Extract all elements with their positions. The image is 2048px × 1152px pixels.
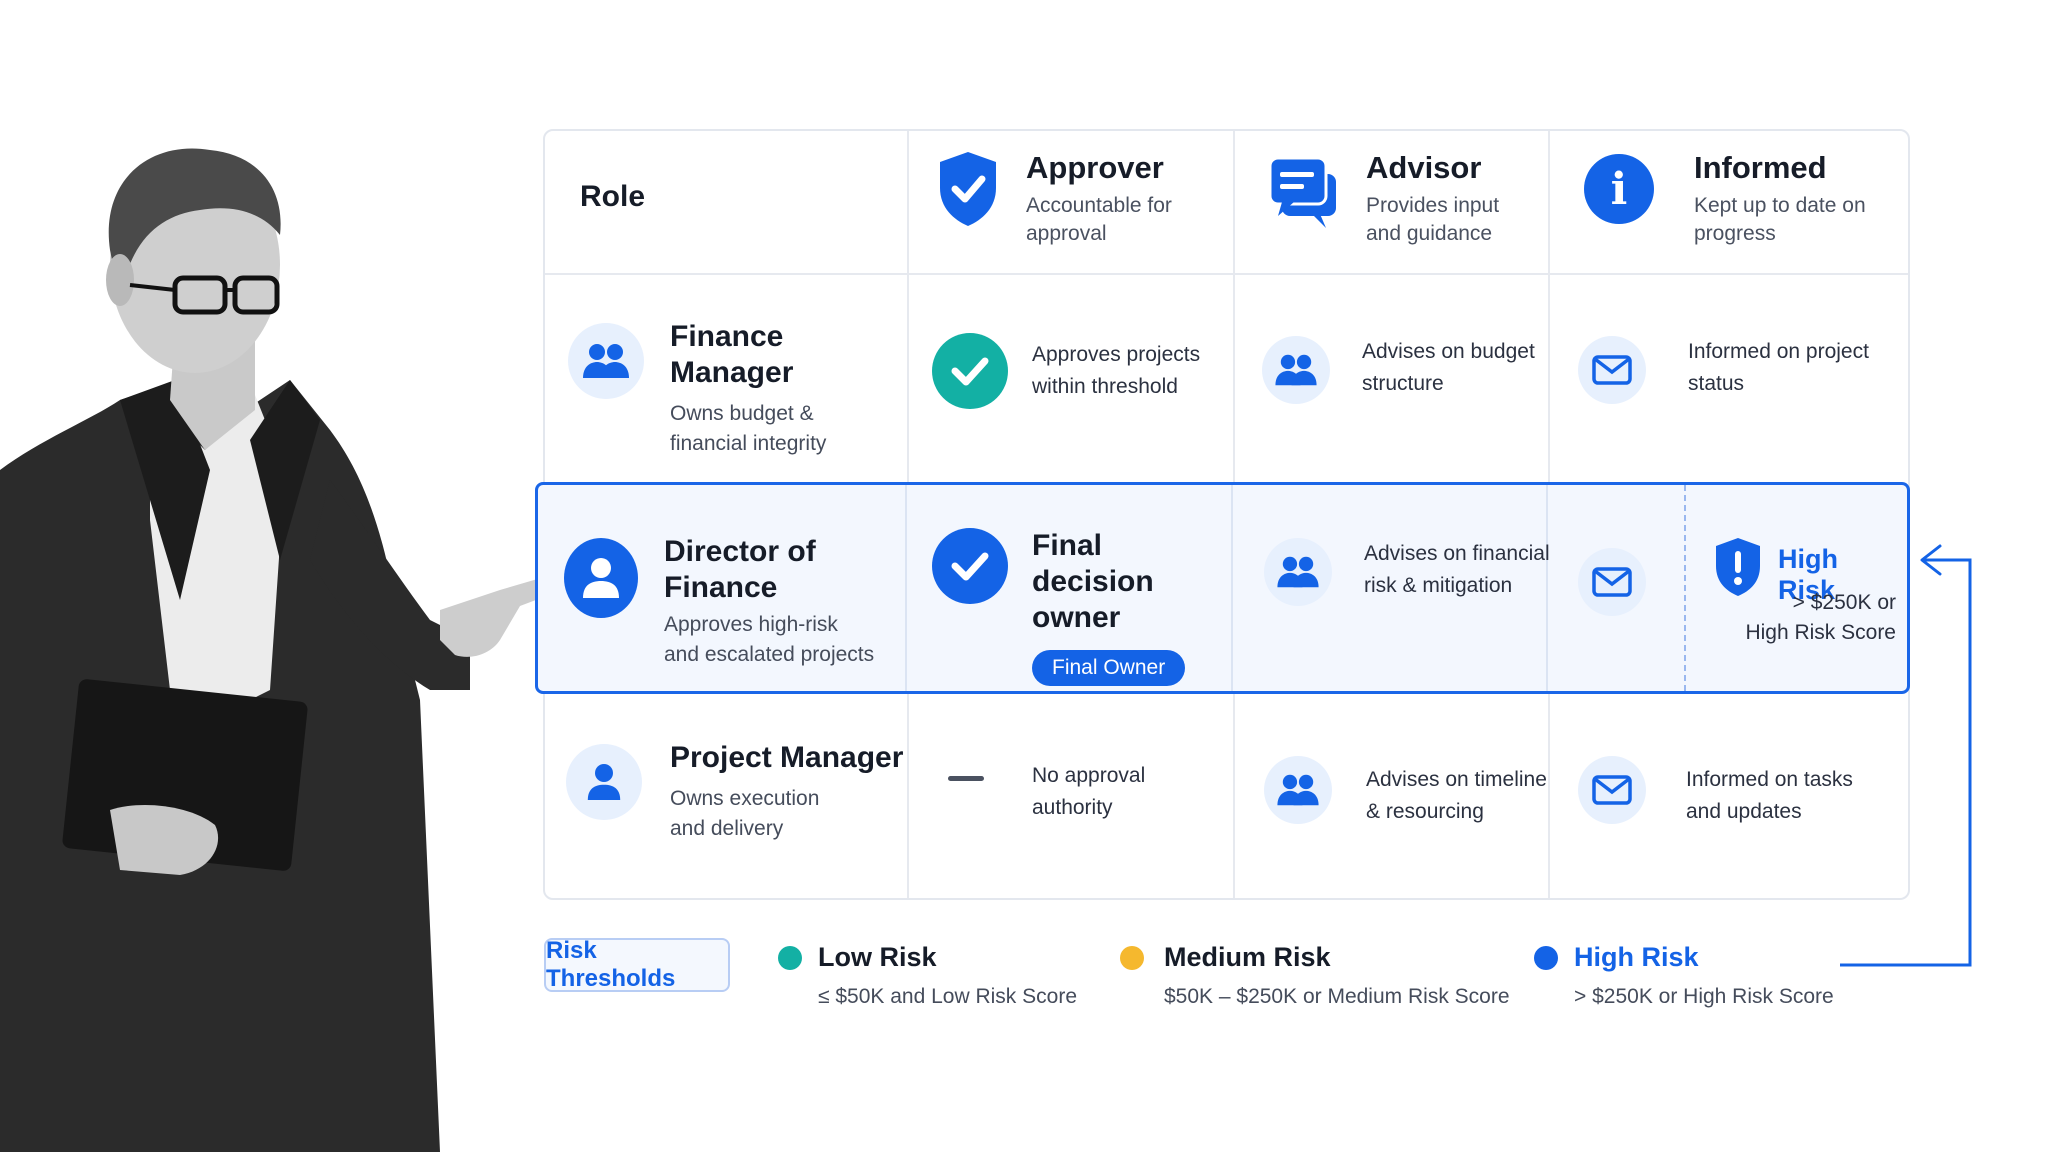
envelope-icon: [1578, 548, 1646, 616]
approver-text-line2: within threshold: [1032, 375, 1178, 398]
shield-check-icon: [940, 152, 996, 226]
legend-desc: > $250K or High Risk Score: [1574, 985, 1834, 1008]
role-desc-line2: and delivery: [670, 817, 784, 840]
approver-text-line2: authority: [1032, 796, 1113, 819]
advisor-text-line2: risk & mitigation: [1364, 574, 1513, 597]
advisor-subtitle-line2: and guidance: [1366, 222, 1493, 245]
informed-title: Informed: [1694, 150, 1827, 185]
presenter-photo: [0, 148, 586, 1152]
approver-subtitle-line2: approval: [1026, 222, 1107, 245]
advisor-text-line1: Advises on timeline: [1366, 768, 1547, 791]
advisor-text-line1: Advises on financial: [1364, 542, 1550, 565]
approver-subtitle-line1: Accountable for: [1026, 194, 1172, 217]
approver-text-line1: Approves projects: [1032, 343, 1201, 366]
informed-subtitle-line1: Kept up to date on: [1694, 194, 1866, 217]
advisor-text-line2: & resourcing: [1366, 800, 1484, 823]
risk-thresholds-button[interactable]: Risk Thresholds: [544, 937, 730, 992]
approver-text-line1: No approval: [1032, 764, 1146, 787]
legend-desc: ≤ $50K and Low Risk Score: [818, 985, 1077, 1008]
informed-text-line2: status: [1688, 372, 1745, 395]
low-risk-dot: [778, 946, 802, 970]
role-desc-line1: Owns execution: [670, 787, 820, 810]
medium-risk-dot: [1120, 946, 1144, 970]
info-icon: i: [1584, 154, 1654, 224]
informed-subtitle-line2: progress: [1694, 222, 1776, 245]
envelope-icon: [1578, 756, 1646, 824]
legend-title: Medium Risk: [1164, 942, 1331, 972]
advisor-title: Advisor: [1366, 150, 1482, 185]
dash-icon: [948, 776, 984, 781]
role-desc-line1: Owns budget &: [670, 402, 814, 425]
role-desc-line1: Approves high-risk: [664, 613, 838, 636]
users-icon: [1264, 756, 1332, 824]
user-icon: [566, 744, 642, 820]
check-circle-icon: [932, 528, 1008, 604]
high-risk-dot: [1534, 946, 1558, 970]
advisor-text-line2: structure: [1362, 372, 1444, 395]
role-desc-line2: and escalated projects: [664, 643, 875, 666]
check-circle-icon: [932, 333, 1008, 409]
legend-desc: $50K – $250K or Medium Risk Score: [1164, 985, 1510, 1008]
role-desc-line2: financial integrity: [670, 432, 827, 455]
advisor-subtitle-line1: Provides input: [1366, 194, 1500, 217]
role-title: Finance Manager: [670, 320, 794, 389]
users-icon: [568, 323, 644, 399]
role-header-label: Role: [580, 180, 646, 213]
legend-title: Low Risk: [818, 942, 937, 972]
role-title: Director of Finance: [664, 535, 816, 604]
final-decision-line1: Final decision: [1032, 529, 1154, 598]
escalation-arrow: [1840, 544, 1972, 967]
role-column-header: Role: [580, 180, 645, 214]
users-icon: [1264, 538, 1332, 606]
chat-bubbles-icon: [1268, 156, 1336, 228]
final-decision-line2: owner: [1032, 601, 1121, 634]
role-title: Project Manager: [670, 741, 904, 774]
users-icon: [1262, 336, 1330, 404]
informed-text-line1: Informed on project: [1688, 340, 1869, 363]
legend-title: High Risk: [1574, 942, 1699, 972]
user-icon: [564, 538, 638, 618]
advisor-text-line1: Advises on budget: [1362, 340, 1535, 363]
final-owner-badge: Final Owner: [1032, 650, 1186, 686]
approver-title: Approver: [1026, 150, 1164, 185]
envelope-icon: [1578, 336, 1646, 404]
